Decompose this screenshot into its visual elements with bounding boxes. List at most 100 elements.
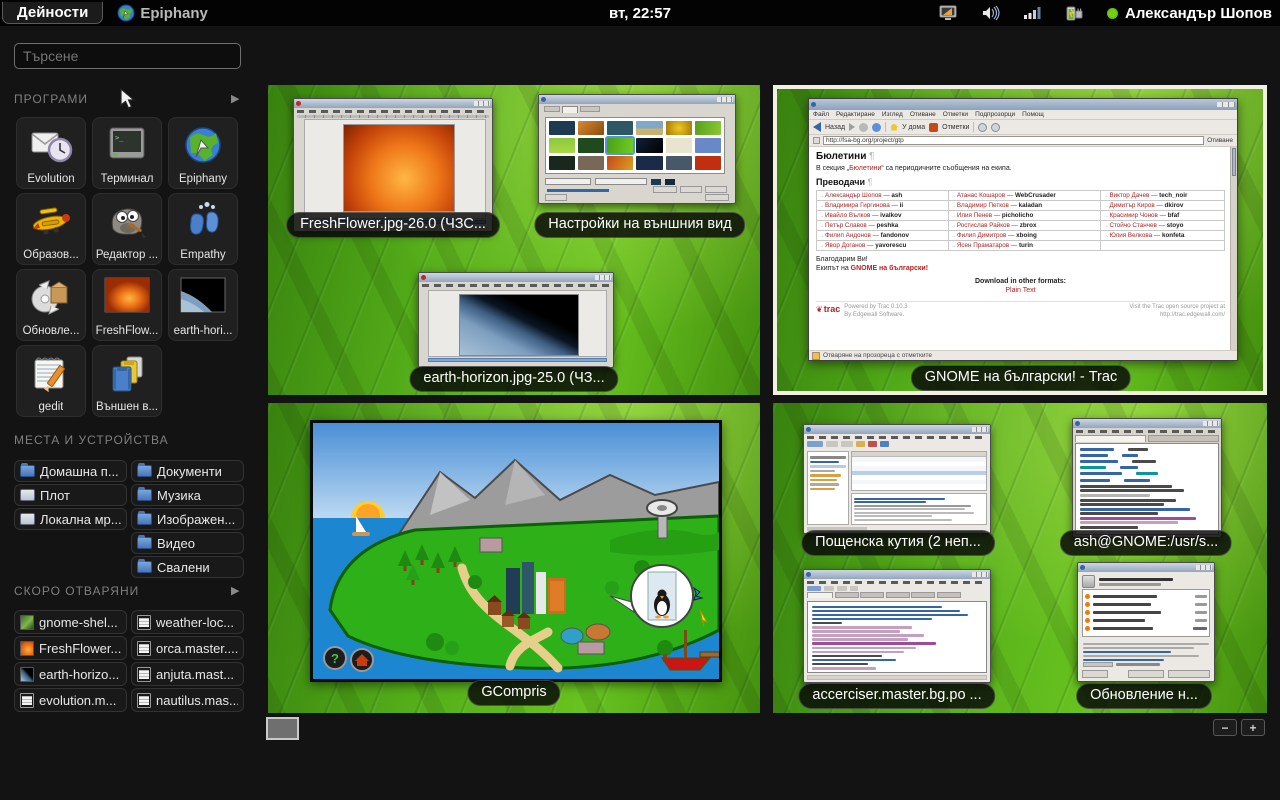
app-software-update[interactable]: Обновле... bbox=[16, 269, 86, 341]
install-button[interactable] bbox=[1168, 670, 1210, 678]
reload-icon[interactable] bbox=[872, 123, 881, 132]
terminal-content[interactable] bbox=[1075, 443, 1219, 535]
add-workspace-button[interactable]: + bbox=[1241, 719, 1265, 736]
update-notes bbox=[1083, 641, 1209, 663]
system-status-area: Александър Шопов bbox=[939, 0, 1272, 26]
app-evolution[interactable]: Evolution bbox=[16, 117, 86, 189]
programs-expander-icon[interactable]: ▶ bbox=[231, 92, 239, 105]
volume-icon[interactable] bbox=[981, 5, 1001, 21]
display-icon[interactable] bbox=[939, 5, 959, 21]
workspace-indicator[interactable] bbox=[266, 717, 299, 740]
app-gedit[interactable]: gedit bbox=[16, 345, 86, 417]
search-input[interactable] bbox=[14, 43, 241, 69]
url-input[interactable]: http://fsa-bg.org/project/gtp bbox=[823, 136, 1204, 145]
window-label-gedit: accerciser.master.bg.po ... bbox=[798, 683, 995, 709]
go-button[interactable]: Отиване bbox=[1207, 137, 1233, 144]
place-documents[interactable]: Документи bbox=[131, 460, 244, 482]
recent-weather-loc[interactable]: weather-loc... bbox=[131, 610, 244, 634]
window-label-updates: Обновление н... bbox=[1076, 683, 1212, 709]
app-epiphany[interactable]: Epiphany bbox=[168, 117, 238, 189]
text-document-icon bbox=[20, 693, 34, 708]
places-header: МЕСТА И УСТРОЙСТВА bbox=[14, 433, 169, 447]
recent-gnome-shell[interactable]: gnome-shel... bbox=[14, 610, 127, 634]
window-gedit-po[interactable] bbox=[803, 569, 991, 683]
clock[interactable]: вт, 22:57 bbox=[609, 5, 671, 22]
forward-icon[interactable] bbox=[849, 123, 855, 131]
selected-wallpaper[interactable] bbox=[607, 138, 633, 152]
window-label-gimp-earth: earth-horizon.jpg-25.0 (ЧЗ... bbox=[409, 366, 618, 392]
favicon bbox=[813, 137, 820, 144]
check-button[interactable] bbox=[1128, 670, 1164, 678]
app-menu-button[interactable]: Epiphany bbox=[117, 4, 208, 22]
help-button[interactable]: ? bbox=[324, 647, 346, 669]
url-bar[interactable]: http://fsa-bg.org/project/gtp Отиване bbox=[809, 135, 1237, 147]
recent-anjuta-master[interactable]: anjuta.mast... bbox=[131, 662, 244, 686]
screenshot-thumbnail-icon bbox=[20, 615, 34, 630]
plain-text-link[interactable]: Plain Text bbox=[816, 287, 1225, 294]
folder-tree-pane[interactable] bbox=[807, 451, 849, 525]
remove-workspace-button[interactable]: − bbox=[1213, 719, 1237, 736]
app-gcompris[interactable]: Образов... bbox=[16, 193, 86, 265]
place-downloads[interactable]: Свалени bbox=[131, 556, 244, 578]
gnome-shell-overview: Дейности Epiphany вт, 22:57 bbox=[0, 0, 1280, 800]
zoom-out-icon[interactable] bbox=[991, 123, 1000, 132]
trac-logo: trac bbox=[816, 304, 840, 314]
home-button[interactable] bbox=[351, 649, 373, 671]
recent-orca-master[interactable]: orca.master.... bbox=[131, 636, 244, 660]
app-freshflower-image[interactable]: FreshFlow... bbox=[92, 269, 162, 341]
zoom-in-icon[interactable] bbox=[978, 123, 987, 132]
programs-header: ПРОГРАМИ bbox=[14, 92, 88, 106]
place-music[interactable]: Музика bbox=[131, 484, 244, 506]
network-signal-icon[interactable] bbox=[1023, 5, 1043, 21]
place-network[interactable]: Локална мр... bbox=[14, 508, 127, 530]
updates-list[interactable] bbox=[1082, 589, 1210, 637]
preview-pane bbox=[851, 493, 987, 525]
text-editor-content[interactable] bbox=[807, 601, 987, 673]
recent-evolution-file[interactable]: evolution.m... bbox=[14, 688, 127, 712]
message-list-pane[interactable] bbox=[851, 451, 987, 491]
app-gimp[interactable]: Редактор ... bbox=[92, 193, 162, 265]
scrollbar[interactable] bbox=[1230, 147, 1237, 350]
app-appearance[interactable]: Външен в... bbox=[92, 345, 162, 417]
home-icon[interactable] bbox=[890, 124, 898, 131]
battery-icon[interactable] bbox=[1065, 5, 1085, 22]
help-button[interactable] bbox=[1082, 670, 1108, 678]
recent-earth-horizon[interactable]: earth-horizo... bbox=[14, 662, 127, 686]
recent-nautilus-master[interactable]: nautilus.mas... bbox=[131, 688, 244, 712]
window-terminal[interactable] bbox=[1072, 418, 1222, 538]
window-gimp-earth[interactable] bbox=[418, 272, 614, 368]
folder-home-icon bbox=[20, 465, 35, 477]
recent-freshflower[interactable]: FreshFlower... bbox=[14, 636, 127, 660]
bulletins-link[interactable]: Бюлетини bbox=[849, 165, 881, 172]
place-videos[interactable]: Видео bbox=[131, 532, 244, 554]
software-update-icon bbox=[29, 277, 73, 317]
window-evolution-mail[interactable] bbox=[803, 424, 991, 534]
text-document-icon bbox=[137, 615, 151, 630]
titlebar bbox=[1078, 563, 1214, 572]
activities-button[interactable]: Дейности bbox=[2, 2, 103, 24]
bookmarks-icon[interactable] bbox=[929, 123, 938, 132]
app-terminal[interactable]: >_ Терминал bbox=[92, 117, 162, 189]
user-menu[interactable]: Александър Шопов bbox=[1107, 5, 1272, 22]
wallpaper-grid[interactable] bbox=[545, 117, 725, 174]
place-desktop[interactable]: Плот bbox=[14, 484, 127, 506]
image-thumbnail-flower-icon bbox=[104, 277, 150, 313]
empathy-icon bbox=[181, 201, 225, 243]
window-update-manager[interactable] bbox=[1077, 562, 1215, 682]
window-appearance-prefs[interactable] bbox=[538, 94, 736, 204]
app-earth-image[interactable]: earth-hori... bbox=[168, 269, 238, 341]
app-empathy[interactable]: Empathy bbox=[168, 193, 238, 265]
stop-icon[interactable] bbox=[859, 123, 868, 132]
appearance-shirts-icon bbox=[105, 353, 149, 395]
window-gcompris[interactable]: ? bbox=[310, 420, 722, 682]
folder-pictures-icon bbox=[137, 513, 152, 525]
menubar bbox=[1076, 430, 1218, 433]
browser-menubar[interactable]: ФайлРедактиране ИзгледОтиване ОтметкиПод… bbox=[809, 110, 1237, 120]
place-pictures[interactable]: Изображен... bbox=[131, 508, 244, 530]
back-icon[interactable] bbox=[813, 122, 821, 132]
team-link[interactable]: GNOME на български! bbox=[851, 265, 928, 272]
window-epiphany-trac[interactable]: ФайлРедактиране ИзгледОтиване ОтметкиПод… bbox=[808, 98, 1238, 361]
place-home[interactable]: Домашна п... bbox=[14, 460, 127, 482]
browser-toolbar[interactable]: Назад У дома Отметки bbox=[809, 120, 1237, 135]
recent-expander-icon[interactable]: ▶ bbox=[231, 584, 239, 597]
